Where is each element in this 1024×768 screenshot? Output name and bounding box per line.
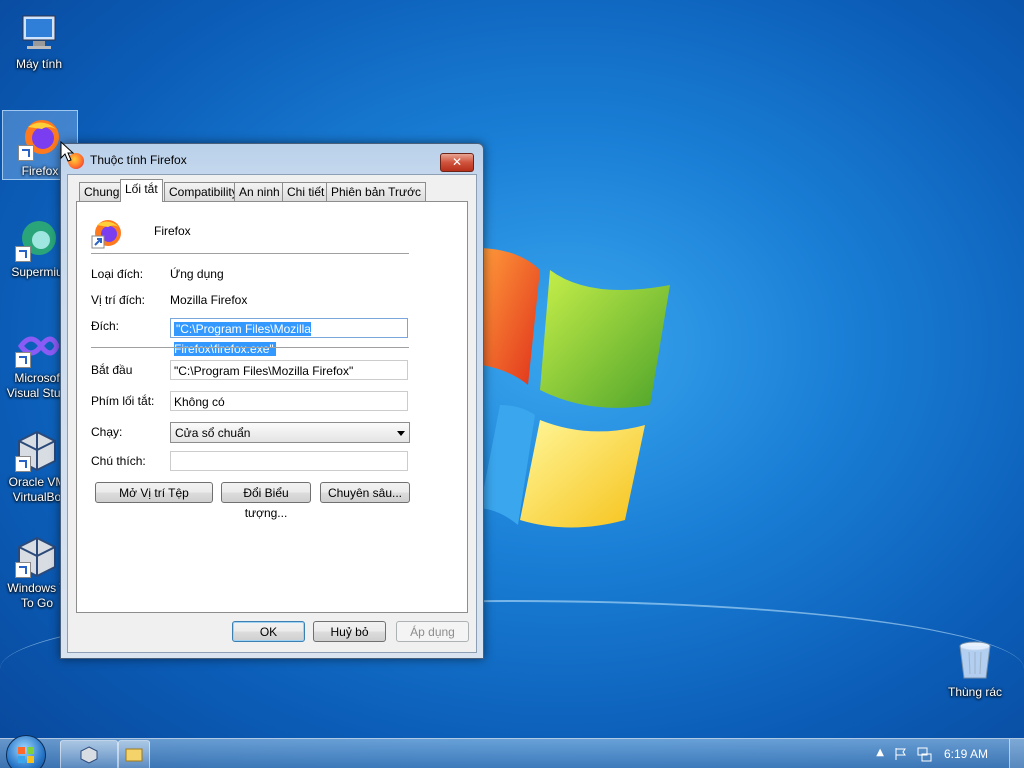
- tab-shortcut[interactable]: Lối tắt: [120, 179, 163, 202]
- folder-icon: [125, 748, 143, 762]
- clock[interactable]: 6:19 AM: [944, 747, 988, 761]
- desktop-icon-label: Thùng rác: [947, 685, 1003, 699]
- cancel-button[interactable]: Huỷ bỏ: [313, 621, 386, 642]
- supermium-icon: [15, 218, 59, 262]
- target-type-value: Ứng dụng: [170, 267, 224, 281]
- open-file-location-button[interactable]: Mở Vị trí Tệp: [95, 482, 213, 503]
- network-icon[interactable]: [916, 746, 932, 762]
- target-location-value: Mozilla Firefox: [170, 293, 248, 307]
- shortcut-arrow-icon: [15, 246, 31, 262]
- target-label: Đích:: [91, 319, 120, 333]
- comment-label: Chú thích:: [91, 454, 146, 468]
- virtualbox-icon: [15, 428, 59, 472]
- ok-button[interactable]: OK: [232, 621, 305, 642]
- run-select[interactable]: Cửa sổ chuẩn: [170, 422, 410, 443]
- tab-security[interactable]: An ninh: [234, 182, 285, 201]
- visual-studio-icon: [15, 324, 60, 368]
- apply-button[interactable]: Áp dụng: [396, 621, 469, 642]
- tab-details[interactable]: Chi tiết: [282, 182, 330, 201]
- change-icon-button[interactable]: Đổi Biểu tượng...: [221, 482, 311, 520]
- recycle-bin-icon: [953, 638, 997, 682]
- shortcut-arrow-icon: [18, 145, 34, 161]
- desktop-icon-label: Máy tính: [15, 57, 63, 71]
- start-in-label: Bắt đầu: [91, 363, 133, 377]
- windows-to-go-icon: [15, 534, 59, 578]
- windows-logo-icon: [18, 747, 34, 763]
- target-value: "C:\Program Files\Mozilla Firefox\firefo…: [174, 322, 311, 356]
- desktop-icon-computer[interactable]: Máy tính: [4, 4, 74, 72]
- title-bar[interactable]: Thuộc tính Firefox ✕: [61, 144, 483, 174]
- start-button[interactable]: [6, 735, 46, 768]
- separator: [91, 347, 409, 348]
- desktop-icon-recycle-bin[interactable]: Thùng rác: [940, 632, 1010, 700]
- run-select-value: Cửa sổ chuẩn: [175, 426, 251, 440]
- shortcut-arrow-icon: [15, 456, 31, 472]
- window-title: Thuộc tính Firefox: [90, 153, 187, 167]
- app-name: Firefox: [154, 224, 191, 238]
- mouse-cursor-icon: [60, 141, 74, 162]
- dialog-client: Chung Lối tắt Compatibility An ninh Chi …: [67, 174, 477, 653]
- shortcut-key-field[interactable]: Không có: [170, 391, 408, 411]
- comment-field[interactable]: [170, 451, 408, 471]
- shortcut-key-label: Phím lối tắt:: [91, 394, 155, 408]
- close-button[interactable]: ✕: [440, 153, 474, 172]
- firefox-icon: [18, 117, 62, 161]
- shortcut-panel: Firefox Loại đích: Ứng dụng Vị trí đích:…: [76, 201, 468, 613]
- show-hidden-icons-icon[interactable]: ▲: [876, 747, 884, 758]
- tab-previous-versions[interactable]: Phiên bản Trước: [326, 182, 426, 201]
- shortcut-arrow-icon: [15, 562, 31, 578]
- target-type-label: Loại đích:: [91, 267, 144, 281]
- tab-general[interactable]: Chung: [79, 182, 125, 201]
- target-location-label: Vị trí đích:: [91, 293, 146, 307]
- computer-icon: [17, 10, 61, 54]
- show-desktop-button[interactable]: [1009, 739, 1024, 768]
- advanced-button[interactable]: Chuyên sâu...: [320, 482, 410, 503]
- taskbar-explorer-button[interactable]: [118, 740, 150, 768]
- run-label: Chạy:: [91, 425, 123, 439]
- chevron-down-icon: [397, 431, 405, 436]
- separator: [91, 253, 409, 254]
- action-center-flag-icon[interactable]: [894, 747, 908, 761]
- target-field[interactable]: "C:\Program Files\Mozilla Firefox\firefo…: [170, 318, 408, 356]
- shortcut-arrow-icon: [15, 352, 31, 368]
- tab-compatibility[interactable]: Compatibility: [164, 182, 243, 201]
- virtualbox-icon: [80, 746, 98, 764]
- taskbar: ▲ 6:19 AM: [0, 735, 1024, 768]
- start-in-field[interactable]: "C:\Program Files\Mozilla Firefox": [170, 360, 408, 380]
- taskbar-virtualbox-button[interactable]: [60, 740, 118, 768]
- properties-dialog: Thuộc tính Firefox ✕ Chung Lối tắt Compa…: [60, 143, 484, 659]
- firefox-icon: [91, 218, 123, 250]
